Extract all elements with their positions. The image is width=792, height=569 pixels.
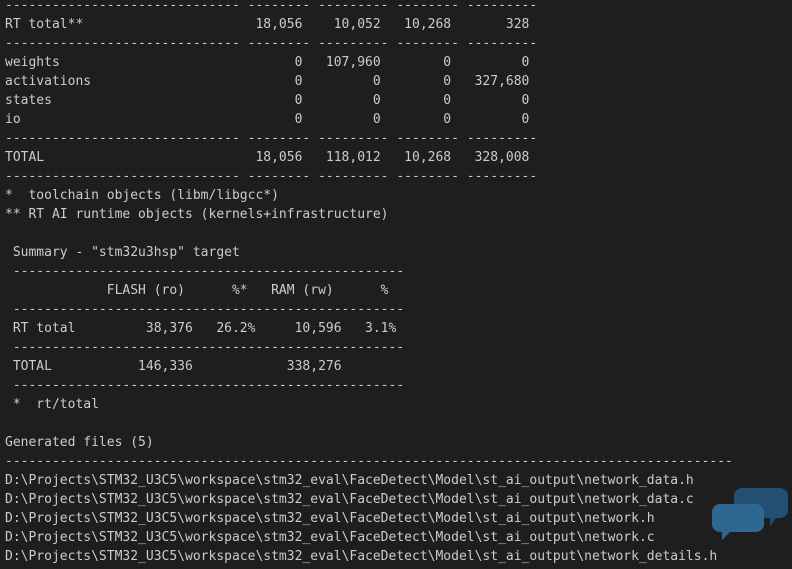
- terminal-line: states 0 0 0 0: [5, 93, 530, 108]
- terminal-line: TOTAL 146,336 338,276: [5, 359, 342, 374]
- terminal-line: ----------------------------------------…: [5, 264, 405, 279]
- terminal-line: D:\Projects\STM32_U3C5\workspace\stm32_e…: [5, 473, 694, 488]
- terminal-line: io 0 0 0 0: [5, 112, 530, 127]
- terminal-line: RT total 38,376 26.2% 10,596 3.1%: [5, 321, 397, 336]
- chat-bubbles-icon: [712, 482, 792, 542]
- terminal-line: ------------------------------ -------- …: [5, 0, 538, 13]
- terminal-line: ----------------------------------------…: [5, 340, 405, 355]
- terminal-line: Generated files (5): [5, 435, 154, 450]
- chat-bubble-front: [712, 504, 764, 540]
- terminal-line: Summary - "stm32u3hsp" target: [5, 245, 240, 260]
- terminal-output: ------------------------------ -------- …: [5, 0, 792, 566]
- terminal-line: D:\Projects\STM32_U3C5\workspace\stm32_e…: [5, 549, 718, 564]
- terminal-line: ----------------------------------------…: [5, 454, 733, 469]
- terminal-line: ----------------------------------------…: [5, 378, 405, 393]
- terminal-line: * rt/total: [5, 397, 99, 412]
- terminal-line: ------------------------------ -------- …: [5, 36, 538, 51]
- terminal-line: ** RT AI runtime objects (kernels+infras…: [5, 207, 389, 222]
- terminal-line: RT total** 18,056 10,052 10,268 328: [5, 17, 530, 32]
- terminal-line: D:\Projects\STM32_U3C5\workspace\stm32_e…: [5, 530, 655, 545]
- terminal-line: weights 0 107,960 0 0: [5, 55, 530, 70]
- terminal-line: FLASH (ro) %* RAM (rw) %: [5, 283, 389, 298]
- terminal-line: ------------------------------ -------- …: [5, 169, 538, 184]
- terminal-line: * toolchain objects (libm/libgcc*): [5, 188, 279, 203]
- terminal-line: TOTAL 18,056 118,012 10,268 328,008: [5, 150, 530, 165]
- terminal-line: activations 0 0 0 327,680: [5, 74, 530, 89]
- terminal-line: D:\Projects\STM32_U3C5\workspace\stm32_e…: [5, 511, 655, 526]
- terminal-line: D:\Projects\STM32_U3C5\workspace\stm32_e…: [5, 492, 694, 507]
- terminal-line: ----------------------------------------…: [5, 302, 405, 317]
- terminal-line: ------------------------------ -------- …: [5, 131, 538, 146]
